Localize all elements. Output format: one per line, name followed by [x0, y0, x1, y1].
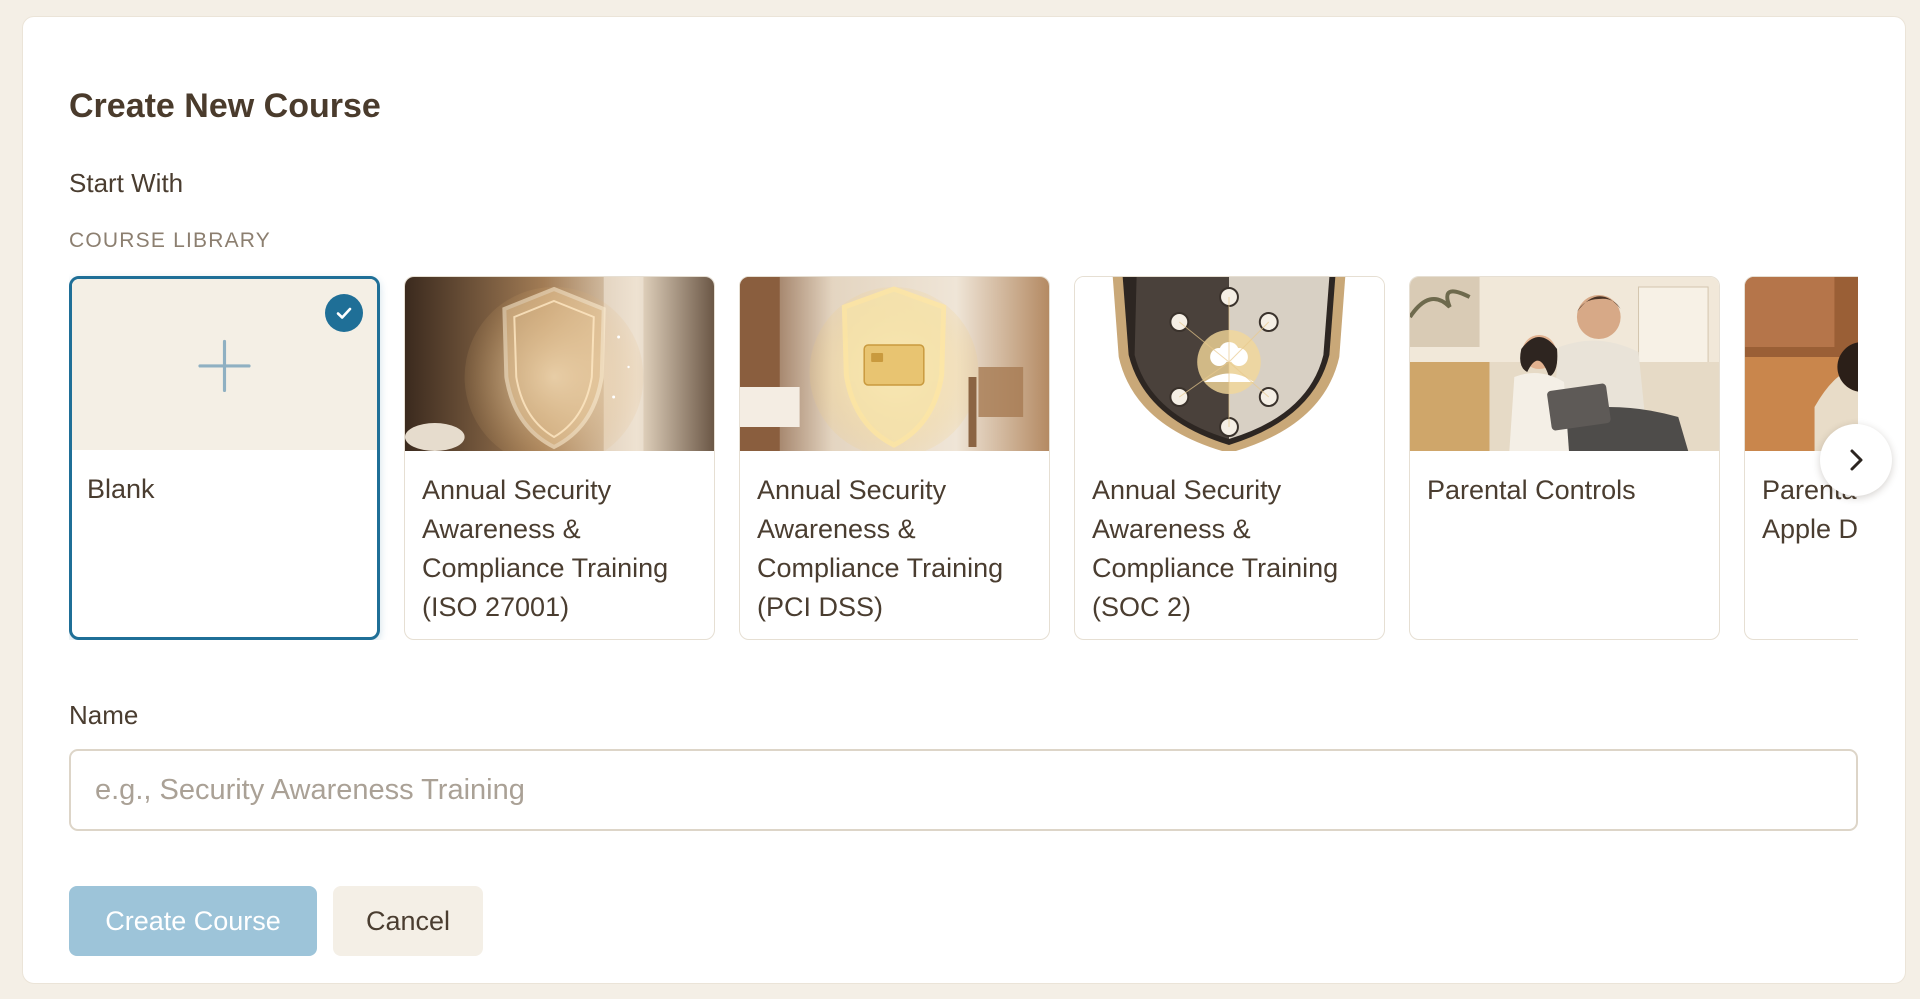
parent-child-thumbnail	[1410, 277, 1719, 451]
course-card-label: Parental Controls	[1427, 475, 1636, 505]
cancel-button[interactable]: Cancel	[333, 886, 483, 956]
carousel-next-button[interactable]	[1820, 424, 1892, 496]
shield-card-thumbnail	[740, 277, 1049, 451]
create-course-dialog: Create New Course Start With COURSE LIBR…	[22, 16, 1906, 984]
course-card-label: Annual Security Awareness & Compliance T…	[1092, 475, 1339, 622]
shield-thumbnail	[405, 277, 714, 451]
apple-devices-thumbnail	[1745, 277, 1858, 451]
course-card-blank[interactable]: Blank	[69, 276, 380, 640]
shield-network-thumbnail	[1075, 277, 1384, 451]
name-field-label: Name	[69, 700, 139, 730]
chevron-right-icon	[1850, 449, 1863, 471]
name-input[interactable]	[69, 749, 1858, 831]
course-card-iso-27001[interactable]: Annual Security Awareness & Compliance T…	[404, 276, 715, 640]
course-card-label: Annual Security Awareness & Compliance T…	[757, 475, 1004, 622]
start-with-label: Start With	[69, 168, 184, 198]
course-card-parental-controls[interactable]: Parental Controls	[1409, 276, 1720, 640]
course-library-label: COURSE LIBRARY	[69, 229, 271, 252]
selected-check-icon	[325, 294, 363, 332]
course-library-carousel: Blank Annual Security Awareness & Compli…	[69, 258, 1858, 640]
course-card-label: Annual Security Awareness & Compliance T…	[422, 475, 669, 622]
course-card-label: Blank	[87, 474, 155, 504]
dialog-title: Create New Course	[69, 87, 381, 125]
create-course-button[interactable]: Create Course	[69, 886, 317, 956]
course-card-pci-dss[interactable]: Annual Security Awareness & Compliance T…	[739, 276, 1050, 640]
course-card-soc-2[interactable]: Annual Security Awareness & Compliance T…	[1074, 276, 1385, 640]
